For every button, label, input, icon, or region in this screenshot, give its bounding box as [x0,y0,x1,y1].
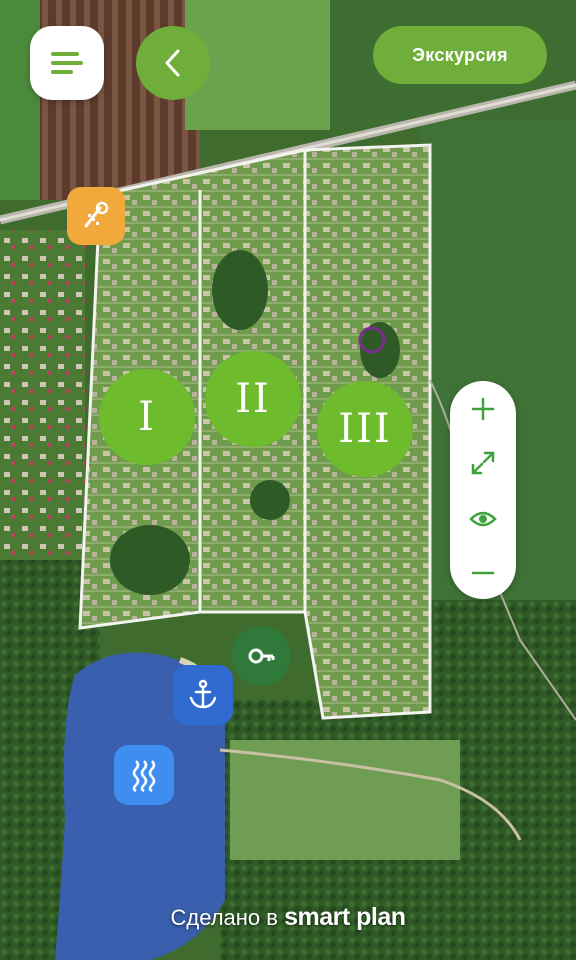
made-with-footer: Сделано в smart plan [0,903,576,932]
map-controls-panel [450,381,516,599]
beach-poi[interactable] [114,745,174,805]
shower-poi[interactable] [67,187,125,245]
tour-button[interactable]: Экскурсия [373,26,547,84]
water-waves-icon [132,760,156,792]
sector-2-label: II [235,376,271,422]
shower-icon [84,201,109,228]
footer-prefix: Сделано в [170,905,278,930]
anchor-icon [189,679,217,709]
hamburger-icon [51,52,83,74]
view-toggle-button[interactable] [450,499,516,539]
gate-poi[interactable] [231,626,291,686]
sector-3-marker[interactable]: III [317,381,413,477]
back-button[interactable] [136,26,210,100]
zoom-out-button[interactable] [450,553,516,593]
marina-poi[interactable] [173,665,233,725]
chevron-left-icon [165,49,180,77]
expand-icon [471,451,495,475]
sector-1-marker[interactable]: I [99,369,195,465]
sector-3-label: III [338,406,392,452]
fullscreen-button[interactable] [450,443,516,483]
key-icon [248,648,275,664]
zoom-in-button[interactable] [450,389,516,429]
plus-icon [471,397,495,421]
minus-icon [471,571,495,575]
menu-button[interactable] [30,26,104,100]
eye-icon [469,511,497,527]
sector-1-label: I [138,394,156,440]
sector-2-marker[interactable]: II [205,351,301,447]
footer-brand: smart plan [284,903,406,931]
